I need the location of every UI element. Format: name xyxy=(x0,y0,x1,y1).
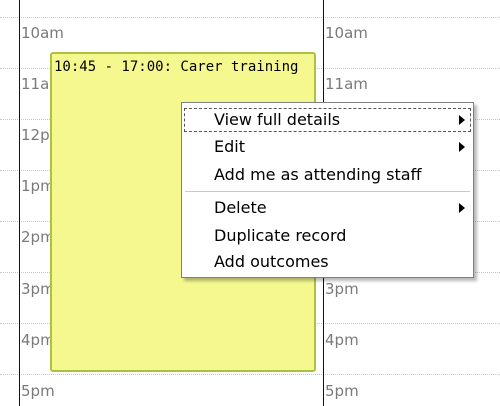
context-menu: View full details Edit Add me as attendi… xyxy=(181,102,474,278)
event-title: 10:45 - 17:00: Carer training xyxy=(54,59,299,75)
hour-label: 5pm xyxy=(325,382,359,400)
menu-item-label: Add outcomes xyxy=(214,252,329,271)
submenu-arrow-icon xyxy=(459,115,465,125)
menu-item-label: Duplicate record xyxy=(214,226,347,245)
column-border xyxy=(19,0,20,406)
menu-item-label: View full details xyxy=(214,110,341,129)
menu-separator xyxy=(185,191,470,192)
hour-gridline xyxy=(0,374,500,375)
hour-label: 4pm xyxy=(325,331,359,349)
hour-label: 5pm xyxy=(21,382,55,400)
calendar-day-view: 10am 11am 12pm 1pm 2pm 3pm 4pm 5pm 10am … xyxy=(0,0,500,406)
hour-label: 11am xyxy=(325,75,368,93)
hour-label: 10am xyxy=(21,24,64,42)
menu-item-delete[interactable]: Delete xyxy=(184,196,471,220)
submenu-arrow-icon xyxy=(459,203,465,213)
menu-item-add-outcomes[interactable]: Add outcomes xyxy=(184,250,471,274)
hour-label: 10am xyxy=(325,24,368,42)
menu-item-edit[interactable]: Edit xyxy=(184,135,471,159)
hour-gridline xyxy=(0,17,500,18)
submenu-arrow-icon xyxy=(459,142,465,152)
hour-label: 3pm xyxy=(325,280,359,298)
menu-item-add-me-as-attending-staff[interactable]: Add me as attending staff xyxy=(184,163,471,187)
menu-item-label: Add me as attending staff xyxy=(214,165,422,184)
menu-item-view-full-details[interactable]: View full details xyxy=(184,108,471,132)
menu-item-duplicate-record[interactable]: Duplicate record xyxy=(184,224,471,248)
menu-item-label: Edit xyxy=(214,137,245,156)
menu-item-label: Delete xyxy=(214,198,267,217)
